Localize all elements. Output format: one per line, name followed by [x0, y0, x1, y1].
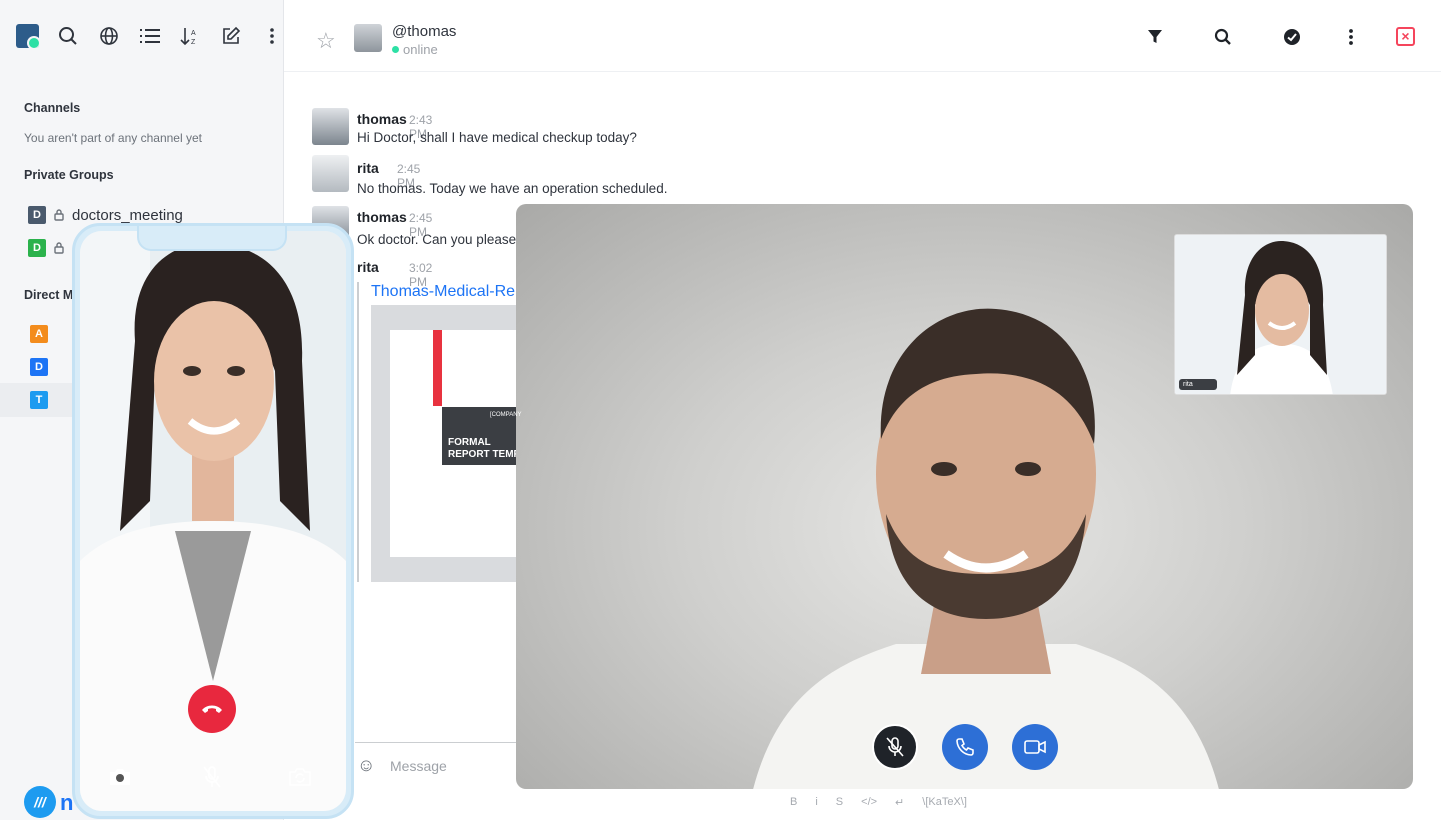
- channels-title: Channels: [24, 101, 81, 115]
- message-author[interactable]: rita: [357, 259, 379, 275]
- video-toggle-button[interactable]: [1012, 724, 1058, 770]
- video-camera-icon: [1024, 740, 1046, 754]
- document-company: [COMPANY: [490, 412, 522, 418]
- message-text: Ok doctor. Can you please sh: [357, 232, 535, 247]
- mic-off-icon: [886, 737, 904, 757]
- message-author[interactable]: thomas: [357, 209, 407, 225]
- attachment-border: [357, 282, 359, 582]
- app-window: AZ Channels You aren't part of any chann…: [0, 0, 1441, 820]
- user-avatar: D: [30, 358, 48, 376]
- emoji-icon[interactable]: ☺: [357, 755, 375, 776]
- self-view-pip[interactable]: rita: [1174, 234, 1387, 395]
- code-button[interactable]: </>: [861, 796, 877, 809]
- status-text: online: [403, 42, 438, 57]
- lock-icon: [54, 242, 64, 254]
- newline-button[interactable]: ↵: [895, 796, 904, 809]
- sidebar-item-direct-a[interactable]: A: [28, 325, 48, 343]
- channels-empty-text: You aren't part of any channel yet: [24, 131, 202, 145]
- strike-button[interactable]: S: [836, 796, 843, 809]
- switch-camera-icon: [289, 768, 311, 786]
- video-call-window: rita: [516, 204, 1413, 789]
- mobile-phone-frame: [72, 223, 354, 819]
- katex-button[interactable]: \[KaTeX\]: [922, 796, 967, 809]
- user-avatar[interactable]: [16, 24, 39, 48]
- attachment-title[interactable]: Thomas-Medical-Rep: [371, 283, 524, 301]
- room-avatar: D: [28, 239, 46, 257]
- svg-text:Z: Z: [191, 39, 196, 46]
- user-avatar[interactable]: [312, 155, 349, 192]
- bold-button[interactable]: B: [790, 796, 797, 809]
- sidebar-item-group-2[interactable]: D: [28, 239, 64, 257]
- message-author[interactable]: thomas: [357, 111, 407, 127]
- mute-button[interactable]: [872, 724, 918, 770]
- search-icon[interactable]: [1212, 26, 1234, 48]
- filter-icon[interactable]: [1144, 26, 1166, 48]
- sidebar-item-direct-d[interactable]: D: [28, 358, 48, 376]
- lock-icon: [54, 209, 64, 221]
- user-avatar: T: [30, 391, 48, 409]
- brand-logo: ///: [24, 786, 56, 818]
- close-icon[interactable]: ×: [1396, 27, 1415, 46]
- room-name: doctors_meeting: [72, 206, 183, 224]
- italic-button[interactable]: i: [815, 796, 817, 809]
- switch-camera-button[interactable]: [287, 764, 313, 790]
- globe-icon[interactable]: [97, 24, 120, 48]
- format-toolbar: B i S </> ↵ \[KaTeX\]: [790, 796, 967, 809]
- sidebar-item-doctors-meeting[interactable]: D doctors_meeting: [28, 206, 183, 224]
- contact-avatar[interactable]: [354, 24, 382, 52]
- mute-button[interactable]: [199, 764, 225, 790]
- end-call-button[interactable]: [188, 685, 236, 733]
- star-icon[interactable]: ☆: [316, 28, 336, 54]
- list-icon[interactable]: [138, 24, 161, 48]
- check-circle-icon[interactable]: [1281, 26, 1303, 48]
- kebab-menu-icon[interactable]: [1340, 26, 1362, 48]
- room-avatar: D: [28, 206, 46, 224]
- private-groups-title: Private Groups: [24, 168, 114, 182]
- self-video-feed: [1175, 235, 1386, 394]
- sidebar-item-direct-t[interactable]: T: [28, 391, 48, 409]
- pip-user-label[interactable]: rita: [1179, 379, 1217, 390]
- edit-icon[interactable]: [220, 24, 243, 48]
- camera-button[interactable]: [107, 764, 133, 790]
- svg-text:A: A: [191, 30, 196, 37]
- user-avatar: A: [30, 325, 48, 343]
- contact-status: online: [392, 42, 438, 57]
- camera-icon: [110, 769, 130, 785]
- user-avatar[interactable]: [312, 108, 349, 145]
- call-button[interactable]: [942, 724, 988, 770]
- message-text: No thomas. Today we have an operation sc…: [357, 181, 668, 196]
- message-input[interactable]: Message: [390, 758, 447, 774]
- document-accent: [433, 330, 442, 406]
- phone-notch: [137, 226, 287, 251]
- sidebar-toolbar: AZ: [0, 0, 283, 72]
- message-composer: ☺ Message: [355, 742, 525, 788]
- message-author[interactable]: rita: [357, 160, 379, 176]
- sort-icon[interactable]: AZ: [179, 24, 202, 48]
- room-header: ☆ @thomas online ×: [284, 0, 1441, 72]
- kebab-menu-icon[interactable]: [260, 24, 283, 48]
- phone-icon: [956, 738, 974, 756]
- online-indicator: [392, 46, 399, 53]
- hang-up-icon: [202, 705, 222, 713]
- message-text: Hi Doctor, shall I have medical checkup …: [357, 130, 637, 145]
- contact-username[interactable]: @thomas: [392, 23, 456, 40]
- mic-off-icon: [203, 766, 221, 788]
- search-icon[interactable]: [57, 24, 80, 48]
